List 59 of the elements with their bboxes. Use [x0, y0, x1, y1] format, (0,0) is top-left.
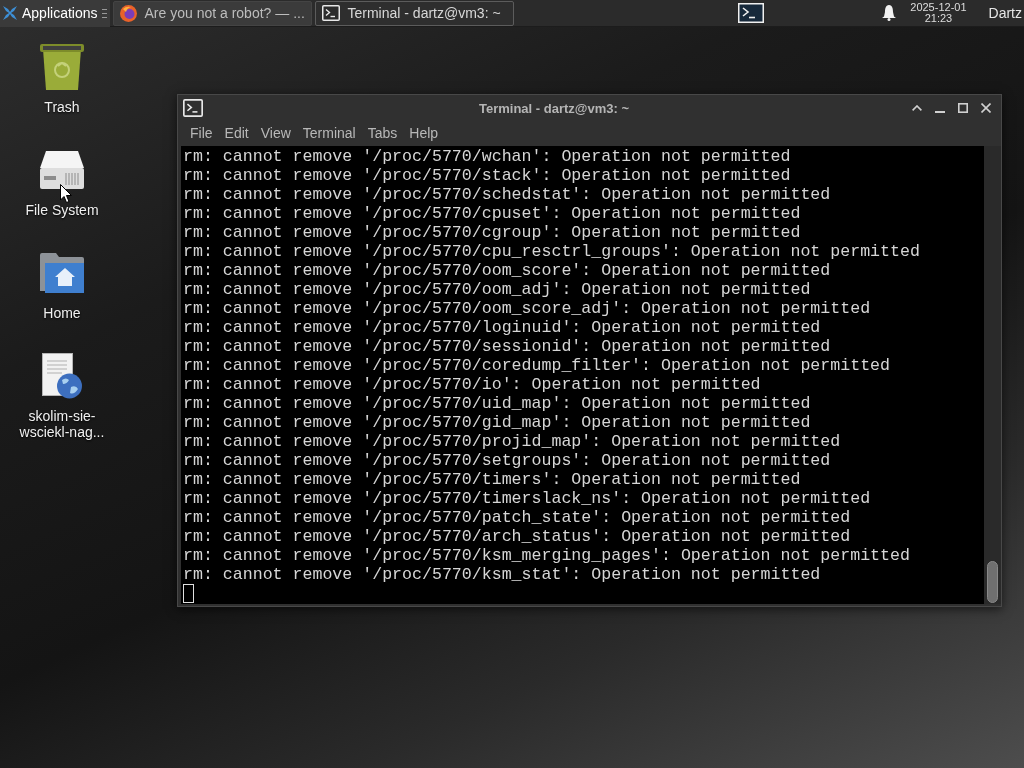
output-line: rm: cannot remove '/proc/5770/cgroup': Operation not permitted [183, 223, 801, 242]
menu-item[interactable]: Tabs [361, 121, 404, 146]
desktop-icon-label[interactable]: Home [43, 305, 81, 321]
menu-item[interactable]: View [254, 121, 297, 146]
notification-bell-icon[interactable] [882, 5, 897, 21]
output-line: rm: cannot remove '/proc/5770/patch_state': Operation not permitted [183, 508, 851, 527]
output-line: rm: cannot remove '/proc/5770/loginuid': Operation not permitted [183, 318, 821, 337]
scrollbar-track[interactable] [984, 146, 1001, 604]
output-line: rm: cannot remove '/proc/5770/cpuset': Operation not permitted [183, 204, 801, 223]
output-line: rm: cannot remove '/proc/5770/setgroups': Operation not permitted [183, 451, 831, 470]
desktop-icon-label[interactable]: Trash [44, 99, 80, 115]
output-line: rm: cannot remove '/proc/5770/ksm_merging_pages': Operation not permitted [183, 546, 910, 565]
terminal-icon [183, 98, 203, 117]
cross-logo-icon [2, 5, 18, 21]
output-line: rm: cannot remove '/proc/5770/oom_score_adj': Operation not permitted [183, 299, 871, 318]
web-document-icon[interactable] [42, 353, 82, 399]
window-title: Terminal - dartz@vm3: ~ [478, 100, 630, 116]
clock-date: 2025-12-01 [910, 2, 967, 13]
output-line: rm: cannot remove '/proc/5770/schedstat': Operation not permitted [183, 185, 831, 204]
output-line: rm: cannot remove '/proc/5770/projid_map': Operation not permitted [183, 432, 841, 451]
scrollbar-thumb[interactable] [987, 561, 998, 603]
output-line: rm: cannot remove '/proc/5770/cpu_resctrl_groups': Operation not permitted [183, 242, 920, 261]
applications-menu-button[interactable]: Applications [0, 0, 110, 27]
clock-time: 21:23 [924, 13, 953, 24]
output-line: rm: cannot remove '/proc/5770/wchan': Operation not permitted [183, 147, 791, 166]
output-line: rm: cannot remove '/proc/5770/uid_map': Operation not permitted [183, 394, 811, 413]
close-icon [980, 102, 991, 113]
output-line: rm: cannot remove '/proc/5770/gid_map': Operation not permitted [183, 413, 811, 432]
menu-item[interactable]: Help [403, 121, 445, 146]
user-menu-button[interactable]: Dartz [980, 2, 1024, 24]
output-line: rm: cannot remove '/proc/5770/timers': Operation not permitted [183, 470, 801, 489]
mouse-pointer-icon [60, 184, 72, 203]
taskbar-button[interactable]: Are you not a robot? — ... [112, 0, 312, 26]
home-folder-icon[interactable] [40, 253, 84, 293]
output-line: rm: cannot remove '/proc/5770/oom_score': Operation not permitted [183, 261, 831, 280]
output-line: rm: cannot remove '/proc/5770/sessionid': Operation not permitted [183, 337, 831, 356]
minimize-icon [934, 110, 945, 113]
handle-icon [101, 8, 107, 18]
block-cursor-icon [183, 584, 194, 603]
output-line: rm: cannot remove '/proc/5770/oom_adj': Operation not permitted [183, 280, 811, 299]
output-line: rm: cannot remove '/proc/5770/io': Operation not permitted [183, 375, 761, 394]
taskbar-button[interactable]: Terminal - dartz@vm3: ~ [314, 0, 514, 26]
hard-drive-icon[interactable] [40, 151, 84, 189]
round-logo-icon [119, 4, 137, 22]
menu-item[interactable]: Edit [218, 121, 255, 146]
menu-item[interactable]: File [184, 121, 219, 146]
maximize-icon [957, 102, 968, 113]
terminal-icon [738, 3, 765, 23]
output-line: rm: cannot remove '/proc/5770/coredump_filter': Operation not permitted [183, 356, 890, 375]
output-line: rm: cannot remove '/proc/5770/ksm_stat': Operation not permitted [183, 565, 821, 584]
output-line: rm: cannot remove '/proc/5770/arch_status': Operation not permitted [183, 527, 851, 546]
menu-item[interactable]: Terminal [296, 121, 362, 146]
desktop-icon-label[interactable]: skolim-sie-wsciekl-nag... [6, 408, 118, 440]
desktop-icon-label[interactable]: File System [25, 202, 99, 218]
output-line: rm: cannot remove '/proc/5770/stack': Operation not permitted [183, 166, 791, 185]
output-line: rm: cannot remove '/proc/5770/timerslack_ns': Operation not permitted [183, 489, 871, 508]
trash-bin-icon[interactable] [40, 44, 84, 90]
caret-up-icon [911, 104, 922, 111]
terminal-icon [321, 5, 340, 21]
